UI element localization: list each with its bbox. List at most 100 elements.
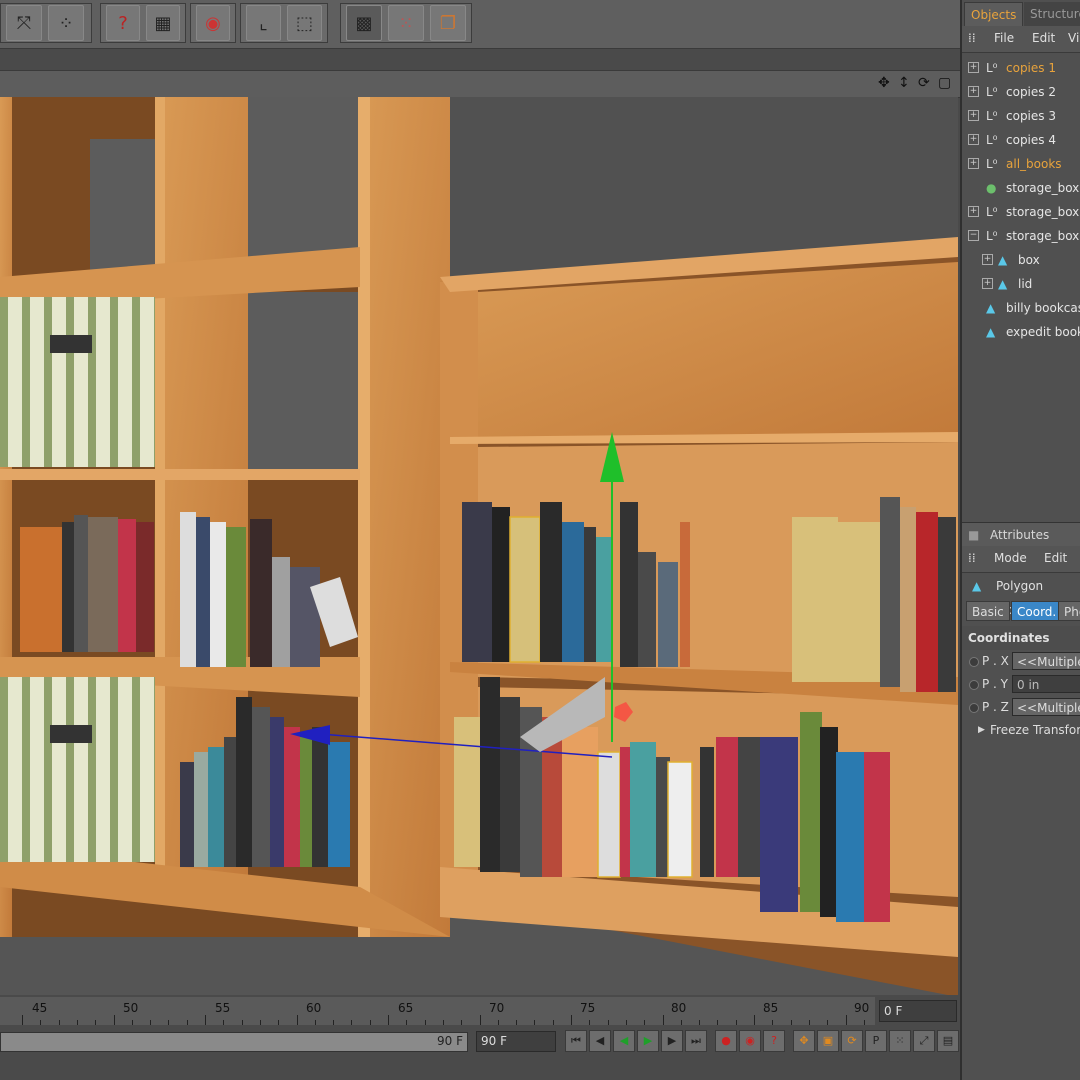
ruler-tick	[479, 1015, 481, 1025]
particles-icon[interactable]: ⁘	[48, 5, 84, 41]
ruler-tick	[113, 1015, 115, 1025]
expand-icon[interactable]: +	[968, 206, 979, 217]
expand-icon[interactable]: +	[982, 278, 993, 289]
expand-icon[interactable]: +	[968, 62, 979, 73]
keyframe-dot-icon[interactable]	[969, 657, 979, 667]
rotate-view-icon[interactable]: ⟳	[918, 75, 930, 91]
key-position-icon[interactable]: ✥	[793, 1030, 815, 1052]
help-pointer-icon[interactable]: ?	[106, 5, 140, 41]
play-backward-icon[interactable]: ◀	[613, 1030, 635, 1052]
end-frame-field[interactable]: 90 F	[476, 1031, 556, 1052]
keyframe-dot-icon[interactable]	[969, 703, 979, 713]
go-to-end-icon[interactable]: ⏭	[685, 1030, 707, 1052]
ruler-tick	[552, 1020, 554, 1025]
grip-icon: ⁞⁞	[968, 551, 976, 565]
key-scale-icon[interactable]: ▣	[817, 1030, 839, 1052]
null-icon: L⁰	[986, 133, 998, 147]
right-panel: Objects Structure ⁞⁞ File Edit Vi + L⁰ c…	[960, 0, 1080, 1080]
axis-icon[interactable]: ⌞	[246, 5, 281, 41]
maximize-view-icon[interactable]: ▢	[938, 75, 951, 91]
ruler-tick	[644, 1020, 646, 1025]
object-row[interactable]: + L⁰ copies 3	[962, 104, 1080, 128]
menu-view[interactable]: Vi	[1068, 31, 1079, 45]
coord-pz-input[interactable]: <<Multiple	[1012, 698, 1080, 716]
coord-py-input[interactable]: 0 in	[1012, 675, 1080, 693]
polygon-icon: ▲	[998, 277, 1008, 291]
key-parameter-icon[interactable]: P	[865, 1030, 887, 1052]
expand-icon[interactable]: +	[968, 86, 979, 97]
render-sphere-icon[interactable]: ◉	[196, 5, 230, 41]
ruler-tick	[241, 1020, 243, 1025]
object-row[interactable]: + L⁰ all_books	[962, 152, 1080, 176]
tab-basic[interactable]: Basic	[966, 601, 1010, 621]
ruler-tick-label: 50	[123, 1001, 139, 1015]
tab-objects[interactable]: Objects	[964, 2, 1024, 26]
frame-range-slider[interactable]: 90 F	[0, 1032, 468, 1052]
attributes-title: Attributes	[990, 528, 1050, 542]
object-label: box	[1018, 253, 1040, 267]
freeze-transform-row[interactable]: ▶ Freeze Transform	[962, 720, 1080, 740]
ruler-tick	[827, 1020, 829, 1025]
object-label: copies 3	[1006, 109, 1056, 123]
ruler-tick	[680, 1020, 682, 1025]
object-row[interactable]: ▲ billy bookcase	[962, 296, 1080, 320]
viewport-header: ✥ ↕ ⟳ ▢	[0, 70, 960, 98]
expand-icon[interactable]: +	[968, 158, 979, 169]
tab-structure[interactable]: Structure	[1024, 2, 1080, 26]
record-icon[interactable]: ●	[715, 1030, 737, 1052]
collapse-icon[interactable]: −	[968, 230, 979, 241]
object-row[interactable]: + ▲ box	[962, 248, 1080, 272]
expand-icon[interactable]: +	[968, 110, 979, 121]
menu-edit[interactable]: Edit	[1044, 551, 1067, 565]
null-icon: L⁰	[986, 61, 998, 75]
grid-icon[interactable]: ▩	[346, 5, 382, 41]
object-row[interactable]: + L⁰ storage_box	[962, 200, 1080, 224]
polygon-icon: ▲	[972, 579, 982, 593]
fullscreen-icon[interactable]: ⤧	[6, 5, 42, 41]
current-frame-field[interactable]: 0 F	[879, 1000, 957, 1022]
autokey-icon[interactable]: ◉	[739, 1030, 761, 1052]
timeline-window-icon[interactable]: ▤	[937, 1030, 959, 1052]
object-row[interactable]: + L⁰ copies 4	[962, 128, 1080, 152]
play-forward-icon[interactable]: ▶	[637, 1030, 659, 1052]
menu-file[interactable]: File	[994, 31, 1014, 45]
key-rotation-icon[interactable]: ⟳	[841, 1030, 863, 1052]
previous-frame-icon[interactable]: ◀	[589, 1030, 611, 1052]
interpolation-icon[interactable]: ⤢	[913, 1030, 935, 1052]
ruler-tick	[259, 1020, 261, 1025]
object-row[interactable]: − L⁰ storage_box.	[962, 224, 1080, 248]
ruler-tick	[589, 1020, 591, 1025]
tab-coord[interactable]: Coord.	[1011, 601, 1063, 621]
keyframe-selection-icon[interactable]: ?	[763, 1030, 785, 1052]
menu-edit[interactable]: Edit	[1032, 31, 1055, 45]
key-pla-icon[interactable]: ⁙	[889, 1030, 911, 1052]
ruler-tick	[754, 1015, 755, 1025]
object-row[interactable]: + L⁰ copies 2	[962, 80, 1080, 104]
go-to-start-icon[interactable]: ⏮	[565, 1030, 587, 1052]
object-row[interactable]: ▲ expedit book	[962, 320, 1080, 344]
keyframe-dot-icon[interactable]	[969, 680, 979, 690]
dots-icon[interactable]: ⁙	[388, 5, 424, 41]
object-row[interactable]: + L⁰ copies 1	[962, 56, 1080, 80]
ruler-tick	[278, 1020, 280, 1025]
menu-mode[interactable]: Mode	[994, 551, 1027, 565]
expand-icon[interactable]: +	[968, 134, 979, 145]
zoom-view-icon[interactable]: ↕	[898, 75, 910, 91]
tab-phong[interactable]: Pho	[1058, 601, 1080, 621]
coordinates-title: Coordinates	[968, 631, 1050, 645]
object-row[interactable]: + ▲ lid	[962, 272, 1080, 296]
timeline-ruler[interactable]: 45 50 55 60 65 70 75 80 85 90	[0, 997, 875, 1025]
coord-px-input[interactable]: <<Multiple	[1012, 652, 1080, 670]
next-frame-icon[interactable]: ▶	[661, 1030, 683, 1052]
expand-icon[interactable]: +	[982, 254, 993, 265]
snap-icon[interactable]: ⬚	[287, 5, 322, 41]
render-settings-icon[interactable]: ▦	[146, 5, 180, 41]
layers-icon[interactable]: ❐	[430, 5, 466, 41]
object-row[interactable]: ● storage_box	[962, 176, 1080, 200]
panel-toggle-icon[interactable]: ■	[968, 523, 979, 547]
ruler-tick	[168, 1020, 170, 1025]
ruler-tick	[607, 1020, 609, 1025]
move-view-icon[interactable]: ✥	[878, 75, 890, 91]
3d-viewport[interactable]	[0, 97, 958, 995]
ruler-tick	[369, 1020, 371, 1025]
